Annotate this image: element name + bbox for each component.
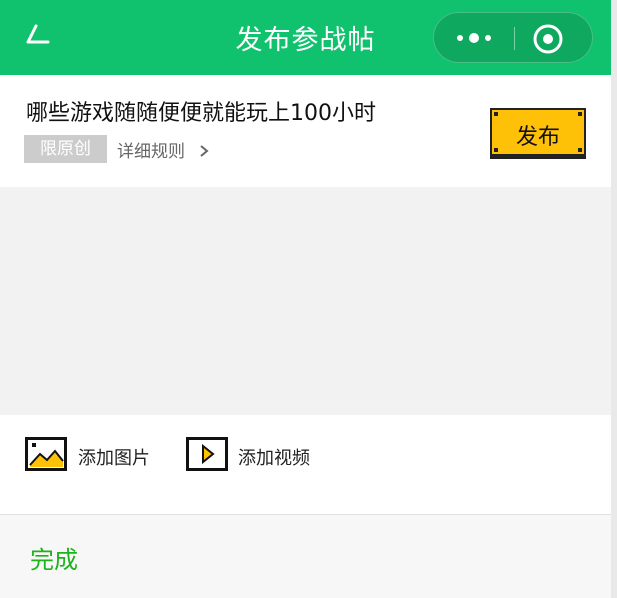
background-edge bbox=[611, 0, 617, 598]
publish-button-label: 发布 bbox=[515, 125, 560, 150]
target-close-icon[interactable] bbox=[530, 21, 566, 57]
image-icon[interactable] bbox=[25, 437, 67, 471]
publish-button[interactable]: 发布 bbox=[490, 108, 586, 156]
rules-link[interactable]: 详细规则 bbox=[117, 137, 185, 162]
top-bar: 发布参战帖 bbox=[0, 0, 611, 75]
post-topic-title: 哪些游戏随随便便就能玩上100小时 bbox=[26, 101, 376, 126]
add-video-label[interactable]: 添加视频 bbox=[238, 444, 310, 470]
original-only-badge: 限原创 bbox=[24, 135, 107, 163]
capsule-divider bbox=[514, 27, 515, 50]
more-dots-icon[interactable] bbox=[452, 23, 497, 53]
done-button[interactable]: 完成 bbox=[30, 540, 78, 575]
post-content-editor[interactable] bbox=[0, 187, 611, 415]
keyboard-accessory-bar bbox=[0, 514, 611, 598]
video-play-icon[interactable] bbox=[186, 437, 228, 471]
app-frame: 发布参战帖 哪些游戏随随便便就能玩上100小时 限原创 详细规则 发布 添加图片… bbox=[0, 0, 611, 598]
chevron-right-icon[interactable] bbox=[198, 144, 210, 158]
corner-rivet bbox=[578, 112, 582, 116]
add-image-label[interactable]: 添加图片 bbox=[78, 444, 150, 470]
capsule-menu bbox=[433, 12, 593, 63]
corner-rivet bbox=[494, 112, 498, 116]
